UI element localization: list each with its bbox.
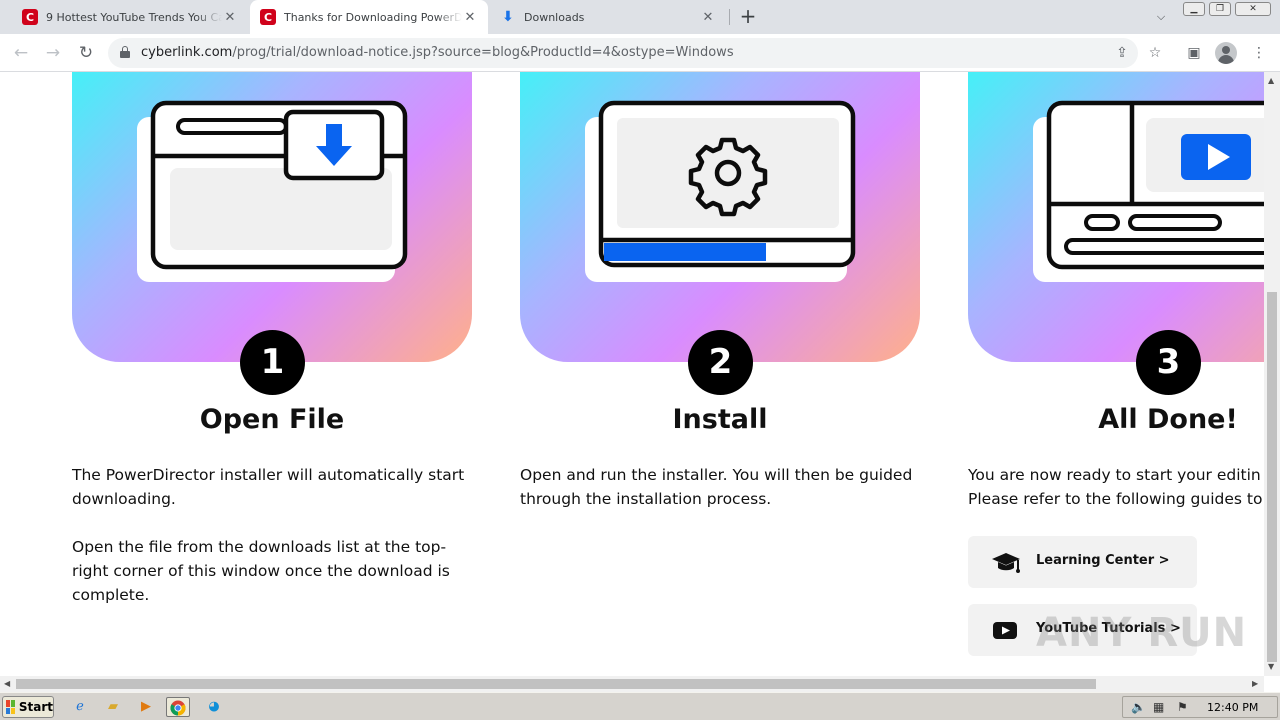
step-3-number: 3	[1136, 330, 1201, 395]
learning-center-button[interactable]: Learning Center >	[968, 536, 1197, 588]
clock[interactable]: 12:40 PM	[1207, 701, 1258, 714]
share-icon[interactable]: ⇪	[1111, 42, 1133, 64]
chrome-taskbar-button[interactable]	[166, 697, 190, 717]
minimize-button[interactable]: ▁	[1183, 2, 1205, 16]
restore-button[interactable]: ❐	[1209, 2, 1231, 16]
network-icon[interactable]: ▦	[1153, 700, 1164, 714]
step-2-title: Install	[672, 404, 768, 435]
step-2-number: 2	[688, 330, 753, 395]
scroll-up-arrow-icon[interactable]: ▲	[1268, 76, 1274, 85]
close-icon[interactable]: ✕	[700, 10, 716, 25]
close-icon[interactable]: ✕	[222, 10, 238, 25]
anyrun-watermark: ANY RUN	[1036, 610, 1248, 656]
youtube-icon	[993, 622, 1017, 639]
close-icon[interactable]: ✕	[462, 10, 478, 25]
installer-progress-illustration-icon	[598, 100, 856, 268]
forward-button[interactable]: →	[40, 40, 66, 66]
step-3-title: All Done!	[1098, 404, 1238, 435]
menu-kebab-icon[interactable]: ⋮	[1248, 42, 1270, 64]
video-editor-illustration-icon	[1046, 100, 1264, 270]
media-player-icon[interactable]: ▶	[134, 697, 158, 717]
tab-strip: C 9 Hottest YouTube Trends You Can't ✕ C…	[0, 0, 1280, 34]
windows-taskbar: Start ℯ ▰ ▶ ◕ 🔈 ▦ ⚑ 12:40 PM	[0, 692, 1280, 720]
scroll-left-arrow-icon[interactable]: ◀	[4, 679, 10, 688]
cyberlink-favicon-icon: C	[260, 9, 276, 25]
tab-title: Thanks for Downloading PowerDirector	[284, 10, 462, 24]
learning-center-label: Learning Center >	[1036, 553, 1170, 568]
tab-search-chevron-icon[interactable]: ⌵	[1150, 6, 1172, 28]
volume-icon[interactable]: 🔈	[1131, 700, 1146, 714]
side-panel-icon[interactable]: ▣	[1183, 42, 1205, 64]
scroll-right-arrow-icon[interactable]: ▶	[1252, 679, 1258, 688]
start-button[interactable]: Start	[2, 696, 54, 718]
profile-avatar-icon[interactable]	[1215, 42, 1237, 64]
tab-downloads[interactable]: ⬇ Downloads ✕	[490, 0, 726, 34]
edge-icon[interactable]: ◕	[202, 697, 226, 717]
step-1-paragraph: Open the file from the downloads list at…	[72, 538, 450, 604]
step-1-card	[72, 72, 472, 362]
step-2-card	[520, 72, 920, 362]
windows-flag-icon	[6, 700, 15, 714]
reload-button[interactable]: ↻	[73, 40, 99, 66]
lock-icon[interactable]	[120, 46, 130, 58]
window-close-button[interactable]: ✕	[1235, 2, 1271, 16]
url-text[interactable]: cyberlink.com/prog/trial/download-notice…	[141, 45, 734, 60]
chrome-icon	[170, 700, 186, 716]
system-tray: 🔈 ▦ ⚑ 12:40 PM	[1122, 696, 1278, 718]
step-2-description: Open and run the installer. You will the…	[520, 463, 920, 535]
step-3-line: Please refer to the following guides to	[968, 490, 1263, 508]
tab-powerdirector-download[interactable]: C Thanks for Downloading PowerDirector ✕	[250, 0, 488, 34]
step-1-title: Open File	[199, 404, 345, 435]
graduation-cap-icon	[992, 553, 1020, 573]
tab-title: 9 Hottest YouTube Trends You Can't	[46, 10, 222, 24]
browser-download-illustration-icon	[150, 100, 408, 270]
action-center-flag-icon[interactable]: ⚑	[1177, 700, 1188, 714]
step-2-paragraph: Open and run the installer. You will the…	[520, 466, 913, 508]
tab-title: Downloads	[524, 10, 585, 24]
new-tab-button[interactable]: +	[736, 5, 760, 29]
page-viewport: 1 Open File The PowerDirector installer …	[0, 72, 1264, 676]
step-3-line: You are now ready to start your editin	[968, 466, 1261, 484]
step-1-number: 1	[240, 330, 305, 395]
start-label: Start	[18, 700, 53, 714]
tab-separator	[729, 9, 730, 25]
step-1-paragraph: The PowerDirector installer will automat…	[72, 466, 465, 508]
download-icon: ⬇	[502, 9, 514, 25]
horizontal-scrollbar[interactable]: ◀ ▶	[0, 676, 1264, 692]
address-bar[interactable]: cyberlink.com/prog/trial/download-notice…	[108, 38, 1161, 68]
cyberlink-favicon-icon: C	[22, 9, 38, 25]
back-button[interactable]: ←	[8, 40, 34, 66]
vertical-scroll-thumb[interactable]	[1267, 292, 1277, 662]
tab-youtube-trends[interactable]: C 9 Hottest YouTube Trends You Can't ✕	[12, 0, 248, 34]
scroll-down-arrow-icon[interactable]: ▼	[1268, 662, 1274, 671]
step-1-description: The PowerDirector installer will automat…	[72, 463, 472, 631]
folder-icon[interactable]: ▰	[101, 697, 125, 717]
horizontal-scroll-thumb[interactable]	[16, 679, 1096, 689]
step-3-description: You are now ready to start your editin P…	[968, 463, 1264, 511]
bookmark-star-icon[interactable]: ☆	[1144, 42, 1166, 64]
step-3-card	[968, 72, 1264, 362]
browser-toolbar: ← → ↻ cyberlink.com/prog/trial/download-…	[0, 34, 1280, 72]
internet-explorer-icon[interactable]: ℯ	[68, 697, 92, 717]
vertical-scrollbar[interactable]: ▲ ▼	[1264, 72, 1280, 676]
